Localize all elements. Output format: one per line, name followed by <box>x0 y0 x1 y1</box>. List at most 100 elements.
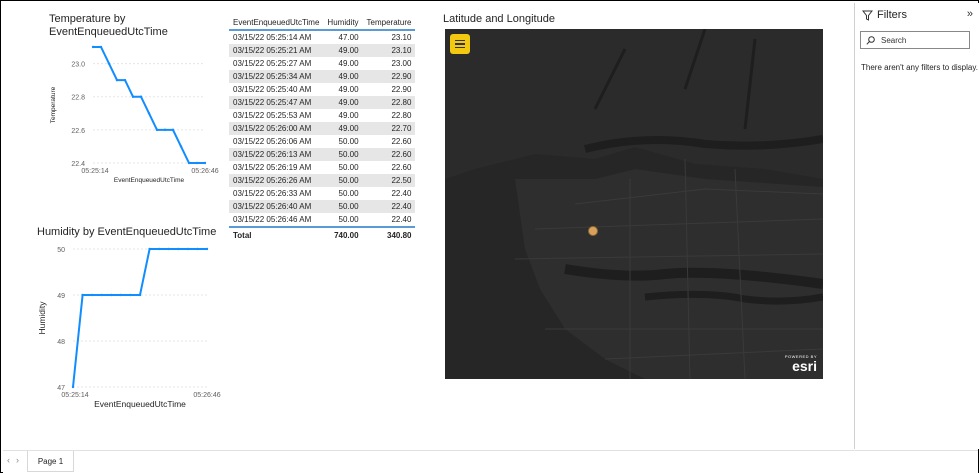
table-cell: 49.00 <box>338 59 359 68</box>
temperature-line-chart[interactable]: 22.4 22.6 22.8 23.0 05:25:14 05:26:46 EventEnq… <box>33 41 253 191</box>
y-tick-label: 22.4 <box>71 161 85 168</box>
table-cell: 50.00 <box>338 163 359 172</box>
table-cell: 22.70 <box>362 122 416 135</box>
mountain-region <box>445 29 823 179</box>
table-cell: 03/15/22 05:25:21 AM <box>229 44 324 57</box>
table-row[interactable]: 03/15/22 05:26:00 AM 49.00 22.70 <box>229 122 416 135</box>
table-row[interactable]: 03/15/22 05:25:14 AM 47.00 23.10 <box>229 30 415 44</box>
data-point <box>123 78 127 82</box>
data-point <box>115 78 119 82</box>
data-point <box>155 128 159 132</box>
y-tick-label: 49 <box>57 293 65 300</box>
table-cell: 03/15/22 05:25:27 AM <box>233 59 312 68</box>
table-cell: 23.00 <box>391 59 412 68</box>
esri-attribution: POWERED BY esri <box>785 354 817 373</box>
map-menu-button[interactable] <box>450 34 470 54</box>
map-visual[interactable]: POWERED BY esri <box>445 29 823 379</box>
table-cell: 49.00 <box>323 70 363 83</box>
table-row[interactable]: 03/15/22 05:25:21 AM 49.00 23.10 <box>229 44 416 57</box>
y-tick-label: 47 <box>57 385 65 392</box>
data-point <box>138 293 142 297</box>
column-header[interactable]: EventEnqueuedUtcTime <box>229 15 324 31</box>
collapse-filters-icon[interactable]: » <box>967 8 973 20</box>
table-row[interactable]: 03/15/22 05:26:26 AM 50.00 22.50 <box>229 174 416 187</box>
table-cell: 50.00 <box>323 200 363 213</box>
table-row[interactable]: 03/15/22 05:25:53 AM 49.00 22.80 <box>229 109 415 122</box>
next-page-icon[interactable]: › <box>16 455 19 465</box>
table-cell: 50.00 <box>323 148 363 161</box>
data-point <box>99 45 103 49</box>
table-row[interactable]: 03/15/22 05:25:27 AM 49.00 23.00 <box>229 57 415 70</box>
temperature-chart-title: Temperature by EventEnqueuedUtcTime <box>49 13 168 38</box>
tab-page-1[interactable]: Page 1 <box>27 451 74 472</box>
data-point <box>179 145 183 148</box>
data-point <box>81 293 84 297</box>
data-point <box>71 385 75 389</box>
column-header[interactable]: Humidity <box>323 15 363 31</box>
map-title: Latitude and Longitude <box>443 13 555 25</box>
humidity-chart-title: Humidity by EventEnqueuedUtcTime <box>37 226 217 238</box>
table-row[interactable]: 03/15/22 05:26:13 AM 50.00 22.60 <box>229 148 416 161</box>
table-cell: 50.00 <box>323 174 363 187</box>
table-cell: 49.00 <box>338 85 359 94</box>
table-row[interactable]: 03/15/22 05:25:40 AM 49.00 22.90 <box>229 83 415 96</box>
data-point <box>100 293 103 297</box>
table-cell: 03/15/22 05:26:00 AM <box>229 122 324 135</box>
table-row[interactable]: 03/15/22 05:26:46 AM 50.00 22.40 <box>229 213 415 227</box>
data-point <box>107 62 111 65</box>
filters-title: Filters <box>877 9 907 21</box>
data-point <box>203 161 207 165</box>
funnel-icon <box>862 10 873 21</box>
table-cell: 03/15/22 05:25:34 AM <box>229 70 324 83</box>
y-axis-label: Temperature <box>50 86 57 123</box>
x-axis-label: EventEnqueuedUtcTime <box>114 177 185 184</box>
table-cell: 03/15/22 05:26:06 AM <box>233 137 312 146</box>
table-cell: 03/15/22 05:25:47 AM <box>229 96 324 109</box>
data-point <box>171 128 175 132</box>
total-cell: 740.00 <box>323 226 363 242</box>
table-cell: 22.80 <box>362 96 416 109</box>
data-point <box>148 247 151 251</box>
table-row[interactable]: 03/15/22 05:26:06 AM 50.00 22.60 <box>229 135 415 148</box>
hamburger-menu-icon <box>455 39 465 42</box>
x-tick-label: 05:26:46 <box>191 168 218 175</box>
report-frame: Temperature by EventEnqueuedUtcTime 22.4… <box>0 0 979 473</box>
x-tick-label: 05:26:46 <box>193 392 220 399</box>
x-tick-label: 05:25:14 <box>61 392 88 399</box>
data-point <box>163 128 167 132</box>
table-cell: 22.60 <box>362 148 416 161</box>
table-cell: 03/15/22 05:26:26 AM <box>229 174 324 187</box>
table-header-row: EventEnqueuedUtcTime Humidity Temperature <box>229 15 416 31</box>
table-cell: 47.00 <box>338 33 359 42</box>
data-point <box>90 293 94 297</box>
table-row[interactable]: 03/15/22 05:26:33 AM 50.00 22.40 <box>229 187 415 200</box>
table-cell: 22.90 <box>391 85 412 94</box>
table-cell: 22.40 <box>391 215 412 224</box>
table-cell: 49.00 <box>323 44 363 57</box>
map-location-marker[interactable] <box>588 226 598 236</box>
x-axis-label: EventEnqueuedUtcTime <box>94 399 186 409</box>
data-point <box>147 112 151 115</box>
table-row[interactable]: 03/15/22 05:26:40 AM 50.00 22.40 <box>229 200 416 213</box>
column-header[interactable]: Temperature <box>362 15 416 31</box>
table-cell: 50.00 <box>338 137 359 146</box>
table-row[interactable]: 03/15/22 05:25:34 AM 49.00 22.90 <box>229 70 416 83</box>
prev-page-icon[interactable]: ‹ <box>7 455 10 465</box>
table-cell: 22.50 <box>362 174 416 187</box>
table-cell: 03/15/22 05:26:46 AM <box>233 215 312 224</box>
table-row[interactable]: 03/15/22 05:25:47 AM 49.00 22.80 <box>229 96 416 109</box>
data-point <box>186 247 190 251</box>
data-point <box>157 247 161 251</box>
table-cell: 23.10 <box>391 33 412 42</box>
filters-search-input[interactable]: Search <box>860 31 970 49</box>
humidity-line-chart[interactable]: 47 48 49 50 05:25:14 05:26:46 EventEnqueuedUtc… <box>31 239 251 414</box>
table-cell: 22.60 <box>391 137 412 146</box>
table-cell: 03/15/22 05:26:33 AM <box>233 189 312 198</box>
series-line <box>72 248 207 388</box>
table-cell: 50.00 <box>338 215 359 224</box>
table-cell: 03/15/22 05:26:13 AM <box>229 148 324 161</box>
data-table-visual[interactable]: EventEnqueuedUtcTime Humidity Temperature … <box>229 15 416 242</box>
filters-empty-message: There aren't any filters to display. <box>861 63 978 72</box>
table-cell: 03/15/22 05:26:19 AM <box>233 163 312 172</box>
table-row[interactable]: 03/15/22 05:26:19 AM 50.00 22.60 <box>229 161 415 174</box>
